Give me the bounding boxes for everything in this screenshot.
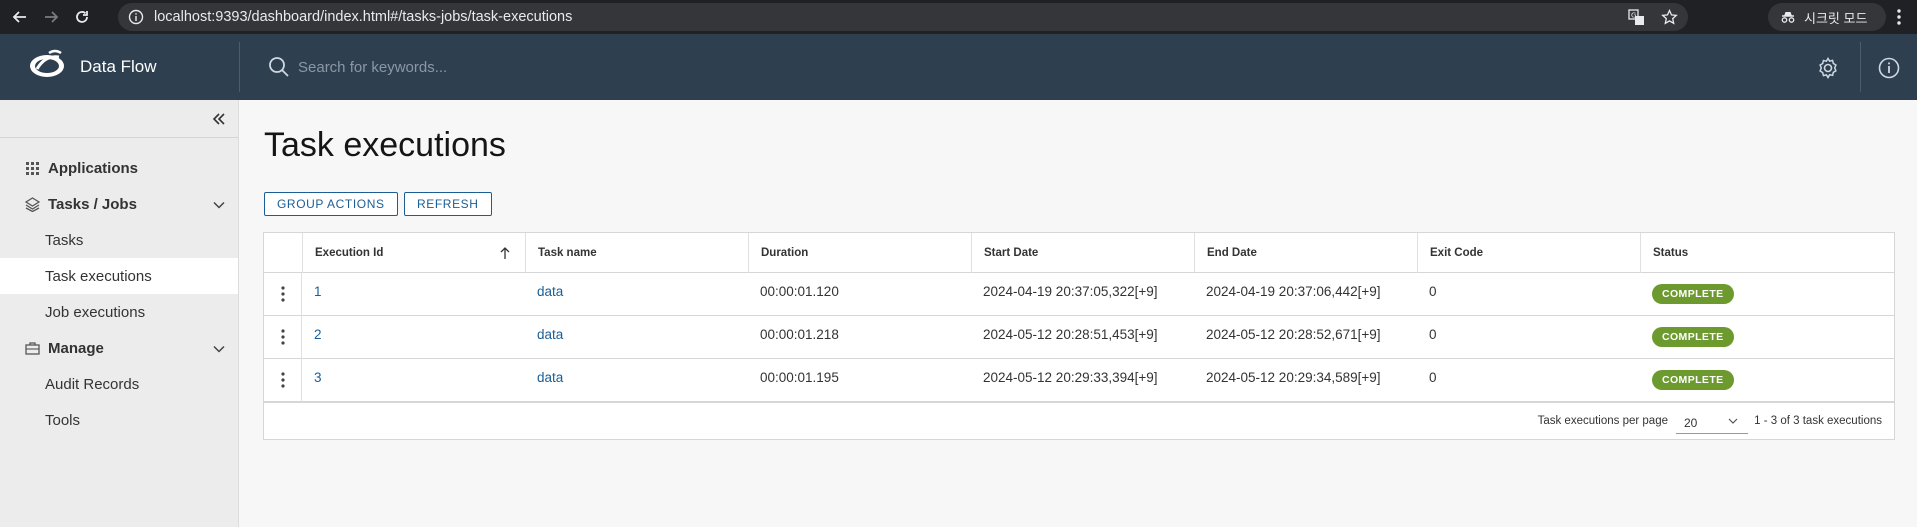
- end-date-cell: 2024-04-19 20:37:06,442[+9]: [1206, 284, 1381, 299]
- reload-icon[interactable]: [71, 6, 93, 28]
- table-row: 3 data 00:00:01.195 2024-05-12 20:29:33,…: [264, 359, 1894, 402]
- per-page-label: Task executions per page: [1537, 415, 1668, 427]
- sidebar-item-audit-records[interactable]: Audit Records: [0, 366, 238, 402]
- header-divider: [239, 42, 240, 92]
- sidebar-group-manage[interactable]: Manage: [0, 330, 238, 366]
- duration-cell: 00:00:01.195: [760, 370, 839, 385]
- sidebar-group-label: Tasks / Jobs: [48, 195, 137, 213]
- sidebar-item-job-executions[interactable]: Job executions: [0, 294, 238, 330]
- sidebar-item-task-executions[interactable]: Task executions: [0, 258, 238, 294]
- brand-name[interactable]: Data Flow: [80, 57, 157, 77]
- table-row: 1 data 00:00:01.120 2024-04-19 20:37:05,…: [264, 273, 1894, 316]
- dataflow-logo-icon[interactable]: [27, 47, 67, 81]
- column-header-label: Execution Id: [315, 247, 384, 259]
- column-header-actions: [264, 233, 302, 273]
- group-actions-button[interactable]: GROUP ACTIONS: [264, 192, 398, 216]
- briefcase-icon: [25, 341, 40, 355]
- row-menu-icon[interactable]: [264, 273, 302, 316]
- start-date-cell: 2024-05-12 20:28:51,453[+9]: [983, 327, 1158, 342]
- sidebar-group-tasks-jobs[interactable]: Tasks / Jobs: [0, 186, 238, 222]
- profile-label: 시크릿 모드: [1804, 10, 1868, 26]
- task-name-link[interactable]: data: [525, 316, 563, 359]
- execution-id-link[interactable]: 3: [302, 359, 322, 402]
- pagination-range: 1 - 3 of 3 task executions: [1754, 415, 1882, 427]
- execution-id-link[interactable]: 2: [302, 316, 322, 359]
- execution-id-link[interactable]: 1: [302, 273, 322, 316]
- translate-icon[interactable]: G: [1628, 9, 1645, 26]
- column-header-status[interactable]: Status: [1640, 233, 1894, 273]
- chevron-down-icon[interactable]: [212, 198, 226, 212]
- exit-code-cell: 0: [1429, 284, 1437, 299]
- table-row: 2 data 00:00:01.218 2024-05-12 20:28:51,…: [264, 316, 1894, 359]
- sidebar-item-tools[interactable]: Tools: [0, 402, 238, 438]
- task-name-link[interactable]: data: [525, 359, 563, 402]
- browser-menu-icon[interactable]: [1892, 7, 1906, 27]
- column-header-exit-code[interactable]: Exit Code: [1417, 233, 1640, 273]
- chevron-down-icon[interactable]: [212, 342, 226, 356]
- end-date-cell: 2024-05-12 20:28:52,671[+9]: [1206, 327, 1381, 342]
- row-menu-icon[interactable]: [264, 316, 302, 359]
- table-pagination: Task executions per page 20 1 - 3 of 3 t…: [264, 402, 1894, 440]
- search-icon: [269, 57, 289, 77]
- start-date-cell: 2024-05-12 20:29:33,394[+9]: [983, 370, 1158, 385]
- exit-code-cell: 0: [1429, 327, 1437, 342]
- address-bar[interactable]: localhost:9393/dashboard/index.html#/tas…: [118, 3, 1688, 31]
- chevron-down-icon: [1728, 418, 1738, 424]
- end-date-cell: 2024-05-12 20:29:34,589[+9]: [1206, 370, 1381, 385]
- layers-icon: [25, 196, 40, 212]
- url-text: localhost:9393/dashboard/index.html#/tas…: [154, 9, 573, 25]
- sidebar-item-applications[interactable]: Applications: [0, 150, 238, 186]
- row-menu-icon[interactable]: [264, 359, 302, 402]
- incognito-profile-button[interactable]: 시크릿 모드: [1768, 3, 1886, 31]
- column-header-task-name[interactable]: Task name: [525, 233, 748, 273]
- refresh-button[interactable]: REFRESH: [404, 192, 492, 216]
- back-icon[interactable]: [9, 6, 31, 28]
- search-input[interactable]: [298, 52, 998, 82]
- incognito-icon: [1781, 12, 1795, 23]
- table-header-row: Execution Id Task name Duration Start Da…: [264, 233, 1894, 273]
- start-date-cell: 2024-04-19 20:37:05,322[+9]: [983, 284, 1158, 299]
- grid-icon: [26, 161, 39, 175]
- column-header-duration[interactable]: Duration: [748, 233, 971, 273]
- browser-toolbar: localhost:9393/dashboard/index.html#/tas…: [0, 0, 1917, 34]
- status-badge: COMPLETE: [1652, 327, 1734, 347]
- sidebar-item-label: Applications: [48, 159, 139, 177]
- task-name-link[interactable]: data: [525, 273, 563, 316]
- status-badge: COMPLETE: [1652, 370, 1734, 390]
- sidebar: Applications Tasks / Jobs Tasks Task exe…: [0, 100, 239, 527]
- exit-code-cell: 0: [1429, 370, 1437, 385]
- duration-cell: 00:00:01.218: [760, 327, 839, 342]
- main-content: Task executions GROUP ACTIONS REFRESH Ex…: [240, 100, 1917, 527]
- per-page-value: 20: [1684, 416, 1698, 430]
- forward-icon[interactable]: [40, 6, 62, 28]
- app-header: Data Flow: [0, 34, 1917, 100]
- header-divider-right: [1860, 42, 1861, 92]
- per-page-select[interactable]: 20: [1676, 410, 1748, 434]
- about-info-icon[interactable]: [1877, 56, 1901, 80]
- column-header-execution-id[interactable]: Execution Id: [302, 233, 525, 273]
- bookmark-star-icon[interactable]: [1661, 9, 1678, 26]
- page-title: Task executions: [264, 126, 506, 164]
- duration-cell: 00:00:01.120: [760, 284, 839, 299]
- sidebar-collapse-row: [0, 100, 238, 138]
- task-executions-table: Execution Id Task name Duration Start Da…: [263, 232, 1895, 440]
- site-info-icon[interactable]: [128, 9, 144, 25]
- column-header-start-date[interactable]: Start Date: [971, 233, 1194, 273]
- column-header-end-date[interactable]: End Date: [1194, 233, 1417, 273]
- sidebar-item-tasks[interactable]: Tasks: [0, 222, 238, 258]
- settings-gear-icon[interactable]: [1816, 56, 1840, 80]
- sort-ascending-icon[interactable]: [499, 246, 511, 260]
- sidebar-group-label: Manage: [48, 339, 104, 357]
- status-badge: COMPLETE: [1652, 284, 1734, 304]
- collapse-sidebar-icon[interactable]: [210, 110, 228, 128]
